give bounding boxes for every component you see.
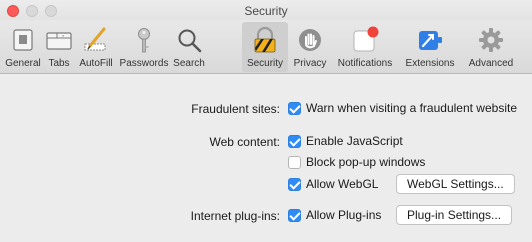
fraudulent-warning-checkbox[interactable] [288, 102, 301, 115]
tab-extensions-label: Extensions [405, 58, 455, 69]
tab-security-label: Security [246, 58, 284, 69]
security-pane: Fraudulent sites: Warn when visiting a f… [0, 75, 532, 242]
tab-passwords-label: Passwords [119, 58, 169, 69]
tab-security[interactable]: Security [242, 22, 288, 72]
tab-extensions[interactable]: Extensions [400, 22, 460, 72]
gear-icon [479, 28, 503, 52]
allow-webgl-checkbox[interactable] [288, 178, 301, 191]
autofill-icon [84, 27, 106, 51]
webgl-settings-button[interactable]: WebGL Settings... [396, 174, 515, 194]
tab-privacy-label: Privacy [293, 58, 327, 69]
tabs-icon: × [46, 32, 72, 50]
enable-javascript-checkbox[interactable] [288, 135, 301, 148]
tab-advanced[interactable]: Advanced [462, 22, 520, 72]
tab-search[interactable]: Search [170, 22, 208, 72]
notifications-icon [353, 26, 379, 52]
tab-tabs[interactable]: × Tabs [44, 22, 74, 72]
general-icon [13, 29, 33, 51]
tab-autofill[interactable]: AutoFill [74, 22, 118, 72]
hand-icon [299, 29, 321, 51]
safari-preferences-window: Security General × Tabs AutoFill Passwor… [0, 0, 532, 242]
plugin-settings-button[interactable]: Plug-in Settings... [396, 205, 513, 225]
tab-search-label: Search [173, 58, 205, 69]
preferences-toolbar: General × Tabs AutoFill Passwords Search… [0, 20, 532, 74]
enable-javascript-text: Enable JavaScript [306, 134, 403, 148]
fraudulent-sites-label: Fraudulent sites: [191, 102, 280, 116]
allow-webgl-text: Allow WebGL [306, 177, 379, 191]
tab-privacy[interactable]: Privacy [288, 22, 332, 72]
tab-passwords[interactable]: Passwords [118, 22, 170, 72]
tab-general[interactable]: General [2, 22, 44, 72]
tab-notifications[interactable]: Notifications [332, 22, 398, 72]
block-popups-checkbox[interactable] [288, 156, 301, 169]
web-content-label: Web content: [209, 135, 281, 149]
tab-tabs-label: Tabs [48, 58, 70, 69]
window-title: Security [244, 4, 288, 18]
allow-plugins-text: Allow Plug-ins [306, 208, 382, 222]
tab-advanced-label: Advanced [468, 58, 514, 69]
tab-autofill-label: AutoFill [79, 58, 113, 69]
title-bar: Security [0, 0, 532, 20]
tab-general-label: General [5, 58, 41, 69]
extensions-icon [419, 31, 442, 50]
search-icon [178, 29, 202, 53]
fraudulent-warning-text: Warn when visiting a fraudulent website [306, 101, 517, 115]
security-icon [254, 26, 276, 53]
internet-plugins-label: Internet plug-ins: [190, 209, 280, 223]
block-popups-text: Block pop-up windows [306, 155, 426, 169]
key-icon [138, 28, 150, 53]
tab-notifications-label: Notifications [337, 58, 393, 69]
allow-plugins-checkbox[interactable] [288, 209, 301, 222]
